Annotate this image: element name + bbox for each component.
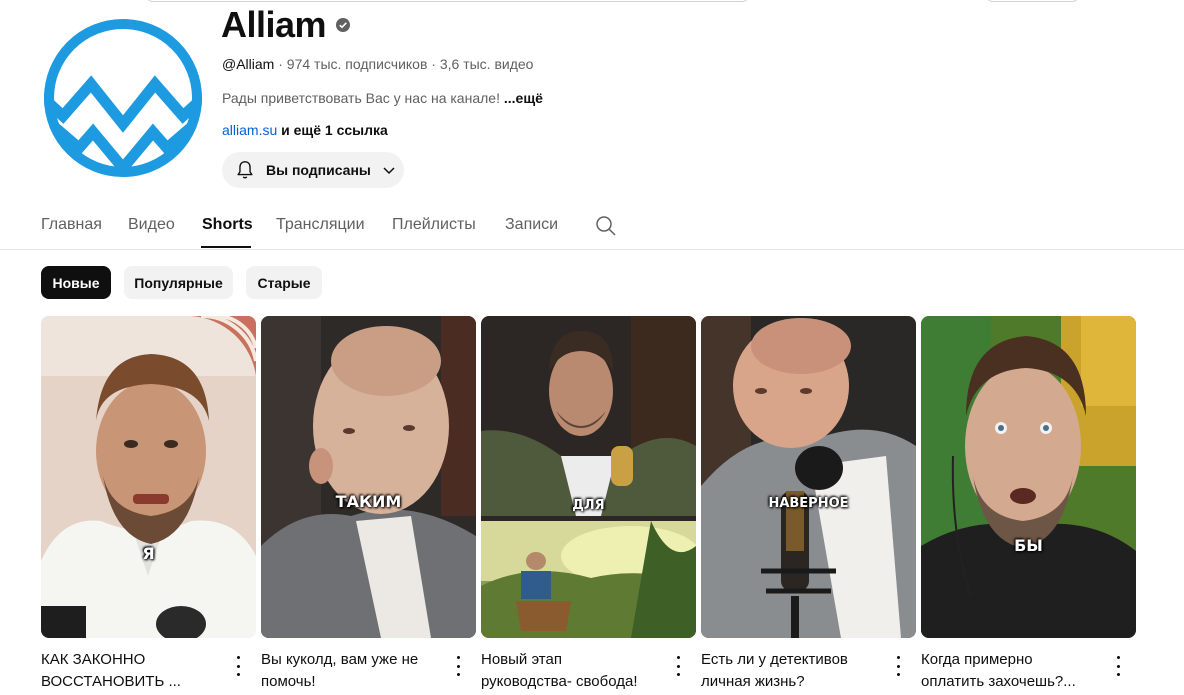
short-caption: БЫ bbox=[1014, 536, 1043, 555]
short-title-line: Когда примерно bbox=[921, 651, 1033, 668]
tab-live[interactable]: Трансляции bbox=[276, 216, 365, 234]
bell-icon bbox=[237, 161, 253, 179]
more-options-icon[interactable] bbox=[451, 656, 465, 676]
short-caption: Я bbox=[142, 544, 155, 563]
top-button-remnant bbox=[985, 0, 1080, 2]
subscribed-button[interactable]: Вы подписаны bbox=[222, 152, 404, 188]
meta-separator: · bbox=[278, 56, 283, 72]
tab-shorts[interactable]: Shorts bbox=[202, 216, 253, 234]
description-more-link[interactable]: ...ещё bbox=[504, 90, 543, 106]
short-title[interactable]: КАК ЗАКОННО ВОССТАНОВИТЬ ... bbox=[41, 649, 226, 693]
active-tab-indicator bbox=[201, 246, 251, 248]
channel-avatar bbox=[41, 16, 205, 180]
tab-posts[interactable]: Записи bbox=[505, 216, 558, 234]
chip-oldest[interactable]: Старые bbox=[246, 266, 322, 299]
short-title-line: руководства- свобода! bbox=[481, 673, 638, 690]
channel-name: Alliam bbox=[221, 4, 327, 45]
tab-videos[interactable]: Видео bbox=[128, 216, 175, 234]
video-count: 3,6 тыс. видео bbox=[439, 56, 534, 72]
short-title-line: ВОССТАНОВИТЬ ... bbox=[41, 673, 181, 690]
more-options-icon[interactable] bbox=[231, 656, 245, 676]
short-title-line: личная жизнь? bbox=[701, 673, 805, 690]
channel-website-link[interactable]: alliam.su bbox=[222, 122, 277, 138]
chevron-down-icon bbox=[383, 167, 395, 175]
short-title-line: Новый этап bbox=[481, 651, 562, 668]
subscriber-count: 974 тыс. подписчиков bbox=[286, 56, 428, 72]
more-options-icon[interactable] bbox=[891, 656, 905, 676]
meta-separator: · bbox=[431, 56, 436, 72]
short-title-line: Вы куколд, вам уже не bbox=[261, 651, 419, 668]
short-title-line: оплатить захочешь?... bbox=[921, 673, 1076, 690]
channel-links: alliam.su и ещё 1 ссылка bbox=[222, 122, 388, 138]
short-thumbnail[interactable]: ТАКИМ bbox=[261, 316, 476, 638]
short-thumbnail[interactable]: ДЛЯ bbox=[481, 316, 696, 638]
short-card[interactable]: НАВЕРНОЕ Есть ли у детективов личная жиз… bbox=[701, 316, 916, 690]
more-options-icon[interactable] bbox=[1111, 656, 1125, 676]
chip-popular[interactable]: Популярные bbox=[124, 266, 233, 299]
search-icon[interactable] bbox=[595, 215, 617, 237]
short-title[interactable]: Когда примерно оплатить захочешь?... bbox=[921, 649, 1106, 693]
more-links-button[interactable]: и ещё 1 ссылка bbox=[281, 122, 388, 138]
tab-home[interactable]: Главная bbox=[41, 216, 102, 234]
channel-tabs: Главная Видео Shorts Трансляции Плейлист… bbox=[0, 200, 1184, 250]
short-caption: НАВЕРНОЕ bbox=[768, 496, 849, 511]
short-card[interactable]: Я КАК ЗАКОННО ВОССТАНОВИТЬ ... bbox=[41, 316, 256, 690]
short-title-line: помочь! bbox=[261, 673, 316, 690]
short-card[interactable]: ТАКИМ Вы куколд, вам уже не помочь! bbox=[261, 316, 476, 690]
channel-handle: @Alliam bbox=[222, 56, 275, 72]
channel-description[interactable]: Рады приветствовать Вас у нас на канале!… bbox=[222, 90, 543, 106]
short-title-line: Есть ли у детективов bbox=[701, 651, 848, 668]
short-title[interactable]: Вы куколд, вам уже не помочь! bbox=[261, 649, 446, 693]
channel-title-row: Alliam bbox=[221, 4, 351, 46]
search-bar-remnant bbox=[145, 0, 750, 2]
channel-meta: @Alliam · 974 тыс. подписчиков · 3,6 тыс… bbox=[222, 56, 533, 72]
short-title[interactable]: Новый этап руководства- свобода! bbox=[481, 649, 666, 693]
short-card[interactable]: ДЛЯ Новый этап руководства- свобода! bbox=[481, 316, 696, 690]
short-thumbnail[interactable]: БЫ bbox=[921, 316, 1136, 638]
short-caption: ДЛЯ bbox=[572, 498, 605, 513]
short-thumbnail[interactable]: НАВЕРНОЕ bbox=[701, 316, 916, 638]
short-title-line: КАК ЗАКОННО bbox=[41, 651, 146, 668]
more-options-icon[interactable] bbox=[671, 656, 685, 676]
description-text: Рады приветствовать Вас у нас на канале! bbox=[222, 90, 500, 106]
tab-playlists[interactable]: Плейлисты bbox=[392, 216, 476, 234]
short-thumbnail[interactable]: Я bbox=[41, 316, 256, 638]
verified-icon bbox=[336, 18, 351, 32]
short-card[interactable]: БЫ Когда примерно оплатить захочешь?... bbox=[921, 316, 1136, 690]
short-title[interactable]: Есть ли у детективов личная жизнь? bbox=[701, 649, 886, 693]
chip-newest[interactable]: Новые bbox=[41, 266, 111, 299]
short-caption: ТАКИМ bbox=[335, 492, 402, 511]
subscribed-label: Вы подписаны bbox=[266, 162, 371, 178]
